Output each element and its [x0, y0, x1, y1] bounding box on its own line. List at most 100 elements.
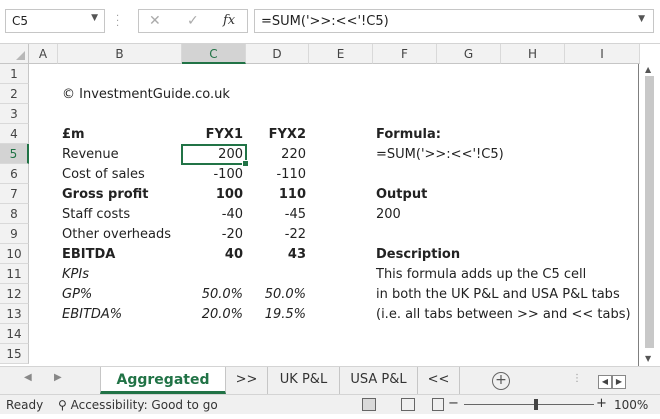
row-header[interactable]: 3: [0, 104, 29, 124]
cell-kpis-label[interactable]: KPIs: [62, 265, 89, 285]
tab-aggregated-pl[interactable]: Aggregated P&L: [100, 367, 226, 414]
column-header-d[interactable]: D: [246, 44, 309, 64]
more-vertical-icon[interactable]: · · ·: [116, 12, 124, 32]
vertical-scroll-thumb[interactable]: [645, 76, 654, 348]
scroll-right-icon[interactable]: ▶: [612, 375, 626, 389]
normal-view-icon[interactable]: [362, 398, 376, 411]
formula-input[interactable]: =SUM('>>:<<'!C5) ▼: [254, 9, 654, 33]
cell-ebitda-pct-fyx2[interactable]: 19.5%: [246, 305, 306, 325]
row-header[interactable]: 8: [0, 204, 29, 224]
scroll-left-icon[interactable]: ◀: [598, 375, 612, 389]
cell-gp-fyx2[interactable]: 110: [246, 185, 306, 205]
column-header-g[interactable]: G: [437, 44, 501, 64]
column-header-c[interactable]: C: [182, 44, 246, 64]
cell-units[interactable]: £m: [62, 125, 85, 145]
more-horizontal-icon[interactable]: ⋮: [572, 373, 582, 384]
accessibility-text: Accessibility: Good to go: [70, 398, 218, 412]
cell-formula-label[interactable]: Formula:: [376, 125, 441, 145]
cell-description-line-3[interactable]: (i.e. all tabs between >> and << tabs): [376, 305, 631, 325]
row-header[interactable]: 2: [0, 84, 29, 104]
cell-ebitda-fyx2[interactable]: 43: [246, 245, 306, 265]
cell-header-fyx2[interactable]: FYX2: [246, 125, 306, 145]
cell-description-line-2[interactable]: in both the UK P&L and USA P&L tabs: [376, 285, 620, 305]
cell-ebitda-fyx1[interactable]: 40: [182, 245, 243, 265]
vertical-scrollbar[interactable]: ▲ ▼: [640, 64, 660, 366]
page-layout-view-icon[interactable]: [401, 398, 415, 411]
cell-gp-pct-fyx1[interactable]: 50.0%: [182, 285, 243, 305]
cell-gp-pct-label[interactable]: GP%: [62, 285, 92, 305]
column-header-h[interactable]: H: [501, 44, 565, 64]
zoom-track[interactable]: [464, 404, 594, 405]
zoom-thumb[interactable]: [534, 399, 538, 410]
row-header[interactable]: 1: [0, 64, 29, 84]
tab-usa-pl[interactable]: USA P&L: [340, 367, 418, 394]
horizontal-scroll-buttons: ◀ ▶: [598, 373, 642, 389]
prev-sheet-icon[interactable]: ◀: [24, 372, 32, 383]
scroll-up-icon[interactable]: ▲: [645, 65, 651, 74]
cell-ebitda-label[interactable]: EBITDA: [62, 245, 115, 265]
row-header[interactable]: 5: [0, 144, 29, 164]
sheet-tab-bar: ◀ ▶ Aggregated P&L >> UK P&L USA P&L << …: [0, 366, 660, 414]
cell-header-fyx1[interactable]: FYX1: [182, 125, 243, 145]
zoom-slider[interactable]: − +: [448, 396, 610, 413]
insert-function-icon[interactable]: fx: [223, 13, 235, 28]
cell-description-label[interactable]: Description: [376, 245, 460, 265]
select-all-button[interactable]: [0, 44, 29, 64]
row-header[interactable]: 15: [0, 344, 29, 364]
column-header-f[interactable]: F: [373, 44, 437, 64]
cell-output-label[interactable]: Output: [376, 185, 427, 205]
chevron-down-icon[interactable]: ▼: [91, 13, 98, 23]
active-cell-selection[interactable]: [181, 144, 249, 167]
column-header-e[interactable]: E: [309, 44, 373, 64]
cell-other-fyx1[interactable]: -20: [182, 225, 243, 245]
zoom-level[interactable]: 100%: [614, 398, 648, 412]
cancel-icon[interactable]: ✕: [149, 13, 161, 29]
tab-start-marker[interactable]: >>: [226, 367, 268, 394]
column-header-a[interactable]: A: [29, 44, 58, 64]
cell-cos-fyx2[interactable]: -110: [246, 165, 306, 185]
cell-description-line-1[interactable]: This formula adds up the C5 cell: [376, 265, 586, 285]
name-box[interactable]: C5 ▼: [5, 9, 105, 33]
next-sheet-icon[interactable]: ▶: [54, 372, 62, 383]
accessibility-status[interactable]: ⚲ Accessibility: Good to go: [58, 398, 218, 412]
row-header[interactable]: 4: [0, 124, 29, 144]
cell-staff-fyx1[interactable]: -40: [182, 205, 243, 225]
tab-uk-pl[interactable]: UK P&L: [268, 367, 340, 394]
cell-revenue-fyx2[interactable]: 220: [246, 145, 306, 165]
row-header[interactable]: 12: [0, 284, 29, 304]
zoom-in-icon[interactable]: +: [596, 396, 607, 411]
cell-staff-label[interactable]: Staff costs: [62, 205, 130, 225]
chevron-down-icon[interactable]: ▼: [638, 14, 645, 24]
row-header[interactable]: 13: [0, 304, 29, 324]
add-sheet-icon[interactable]: +: [492, 372, 510, 390]
cell-gp-label[interactable]: Gross profit: [62, 185, 149, 205]
cell-output-value[interactable]: 200: [376, 205, 401, 225]
cell-revenue-label[interactable]: Revenue: [62, 145, 119, 165]
cell-copyright[interactable]: © InvestmentGuide.co.uk: [62, 85, 230, 105]
column-header-b[interactable]: B: [58, 44, 182, 64]
check-icon[interactable]: ✓: [187, 13, 199, 29]
accessibility-icon: ⚲: [58, 398, 71, 412]
cell-ebitda-pct-label[interactable]: EBITDA%: [62, 305, 122, 325]
cell-other-label[interactable]: Other overheads: [62, 225, 171, 245]
cell-cos-label[interactable]: Cost of sales: [62, 165, 145, 185]
row-header[interactable]: 9: [0, 224, 29, 244]
page-break-view-icon[interactable]: [432, 398, 444, 411]
row-header[interactable]: 7: [0, 184, 29, 204]
cell-cos-fyx1[interactable]: -100: [182, 165, 243, 185]
scroll-down-icon[interactable]: ▼: [645, 354, 651, 363]
worksheet-grid[interactable]: A B C D E F G H I 1 2 3 4 5 6 7 8 9 10 1…: [0, 44, 660, 366]
row-header[interactable]: 11: [0, 264, 29, 284]
cell-other-fyx2[interactable]: -22: [246, 225, 306, 245]
tab-end-marker[interactable]: <<: [418, 367, 460, 394]
row-header[interactable]: 10: [0, 244, 29, 264]
cell-formula-text[interactable]: =SUM('>>:<<'!C5): [376, 145, 504, 165]
cell-gp-pct-fyx2[interactable]: 50.0%: [246, 285, 306, 305]
cell-gp-fyx1[interactable]: 100: [182, 185, 243, 205]
zoom-out-icon[interactable]: −: [448, 396, 459, 411]
cell-staff-fyx2[interactable]: -45: [246, 205, 306, 225]
cell-ebitda-pct-fyx1[interactable]: 20.0%: [182, 305, 243, 325]
column-header-i[interactable]: I: [565, 44, 640, 64]
row-header[interactable]: 6: [0, 164, 29, 184]
row-header[interactable]: 14: [0, 324, 29, 344]
